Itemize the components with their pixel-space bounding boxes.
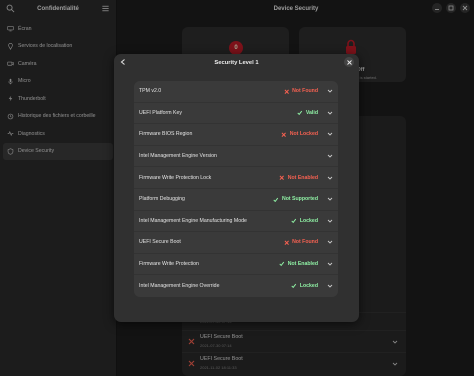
security-check-label: Intel Management Engine Manufacturing Mo… [139,217,247,224]
security-check-label: UEFI Secure Boot [139,239,181,246]
security-check-label: Intel Management Engine Version [139,153,217,160]
back-arrow-icon[interactable] [119,58,127,66]
chevron-down-icon[interactable] [327,283,333,289]
close-icon [346,59,352,65]
chevron-down-icon[interactable] [327,131,333,137]
security-check-label: Firmware BIOS Region [139,131,193,138]
security-check-row[interactable]: Firmware Write Protection Lock Not Enable… [134,167,338,189]
cross-icon [284,240,289,245]
cross-icon [281,132,287,137]
check-icon [297,110,303,116]
chevron-down-icon[interactable] [327,153,333,159]
security-check-label: Firmware Write Protection [139,261,199,268]
chevron-down-icon[interactable] [327,196,333,202]
security-check-row[interactable]: Intel Management Engine Manufacturing Mo… [134,211,338,233]
cross-icon [284,89,289,94]
security-check-status: Not Found [284,88,318,94]
security-check-label: UEFI Platform Key [139,109,182,116]
security-check-row[interactable]: Firmware BIOS Region Not Locked [134,124,338,146]
check-icon [279,262,285,267]
security-check-status: Locked [291,283,318,289]
dialog-header: Security Level 1 [114,54,359,71]
security-check-status: Not Locked [281,131,318,137]
security-check-row[interactable]: Platform Debugging Not Supported [134,189,338,211]
chevron-down-icon[interactable] [327,218,333,224]
check-icon [273,197,279,202]
security-check-label: TPM v2.0 [139,88,162,95]
security-level-dialog: Security Level 1 TPM v2.0 Not Found UEFI P… [114,54,359,322]
chevron-down-icon[interactable] [327,239,333,245]
security-check-row[interactable]: TPM v2.0 Not Found [134,81,338,103]
security-check-row[interactable]: Intel Management Engine Version [134,146,338,168]
security-check-status: Locked [291,218,318,224]
dialog-title: Security Level 1 [214,59,259,66]
security-check-row[interactable]: UEFI Secure Boot Not Found [134,232,338,254]
security-checks-list: TPM v2.0 Not Found UEFI Platform Key Valid F… [134,81,338,297]
security-check-status: Not Found [284,239,318,245]
cross-icon [279,175,285,180]
security-check-label: Platform Debugging [139,196,185,203]
security-check-status: Not Supported [273,196,318,202]
chevron-down-icon[interactable] [327,261,333,267]
check-icon [291,284,297,289]
security-check-row[interactable]: UEFI Platform Key Valid [134,103,338,125]
security-check-status: Not Enabled [279,261,318,267]
security-check-status: Valid [297,110,318,116]
dialog-close-button[interactable] [344,57,354,67]
security-check-row[interactable]: Firmware Write Protection Not Enabled [134,254,338,276]
security-check-label: Intel Management Engine Override [139,283,220,290]
chevron-down-icon[interactable] [327,175,333,181]
security-check-status: Not Enabled [279,175,318,181]
security-check-label: Firmware Write Protection Lock [139,174,212,181]
check-icon [291,218,297,224]
chevron-down-icon[interactable] [327,110,333,116]
security-check-row[interactable]: Intel Management Engine Override Locked [134,275,338,297]
chevron-down-icon[interactable] [327,88,333,94]
